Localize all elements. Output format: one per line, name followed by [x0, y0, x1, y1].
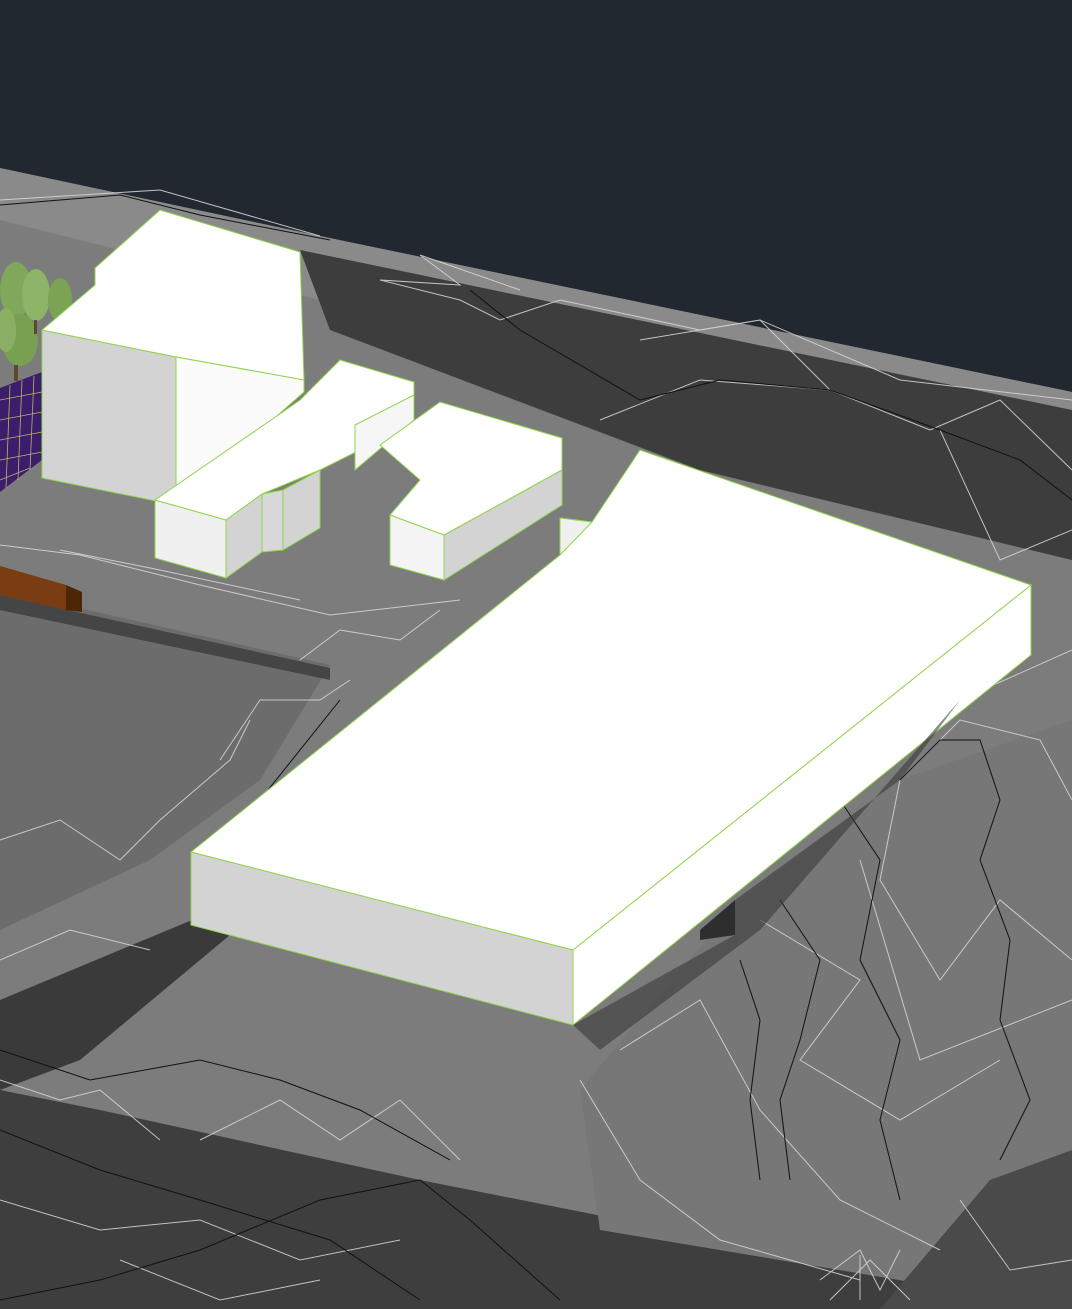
- 3d-scene[interactable]: [0, 0, 1072, 1309]
- model-viewport[interactable]: [0, 0, 1072, 1309]
- tree: [22, 269, 50, 321]
